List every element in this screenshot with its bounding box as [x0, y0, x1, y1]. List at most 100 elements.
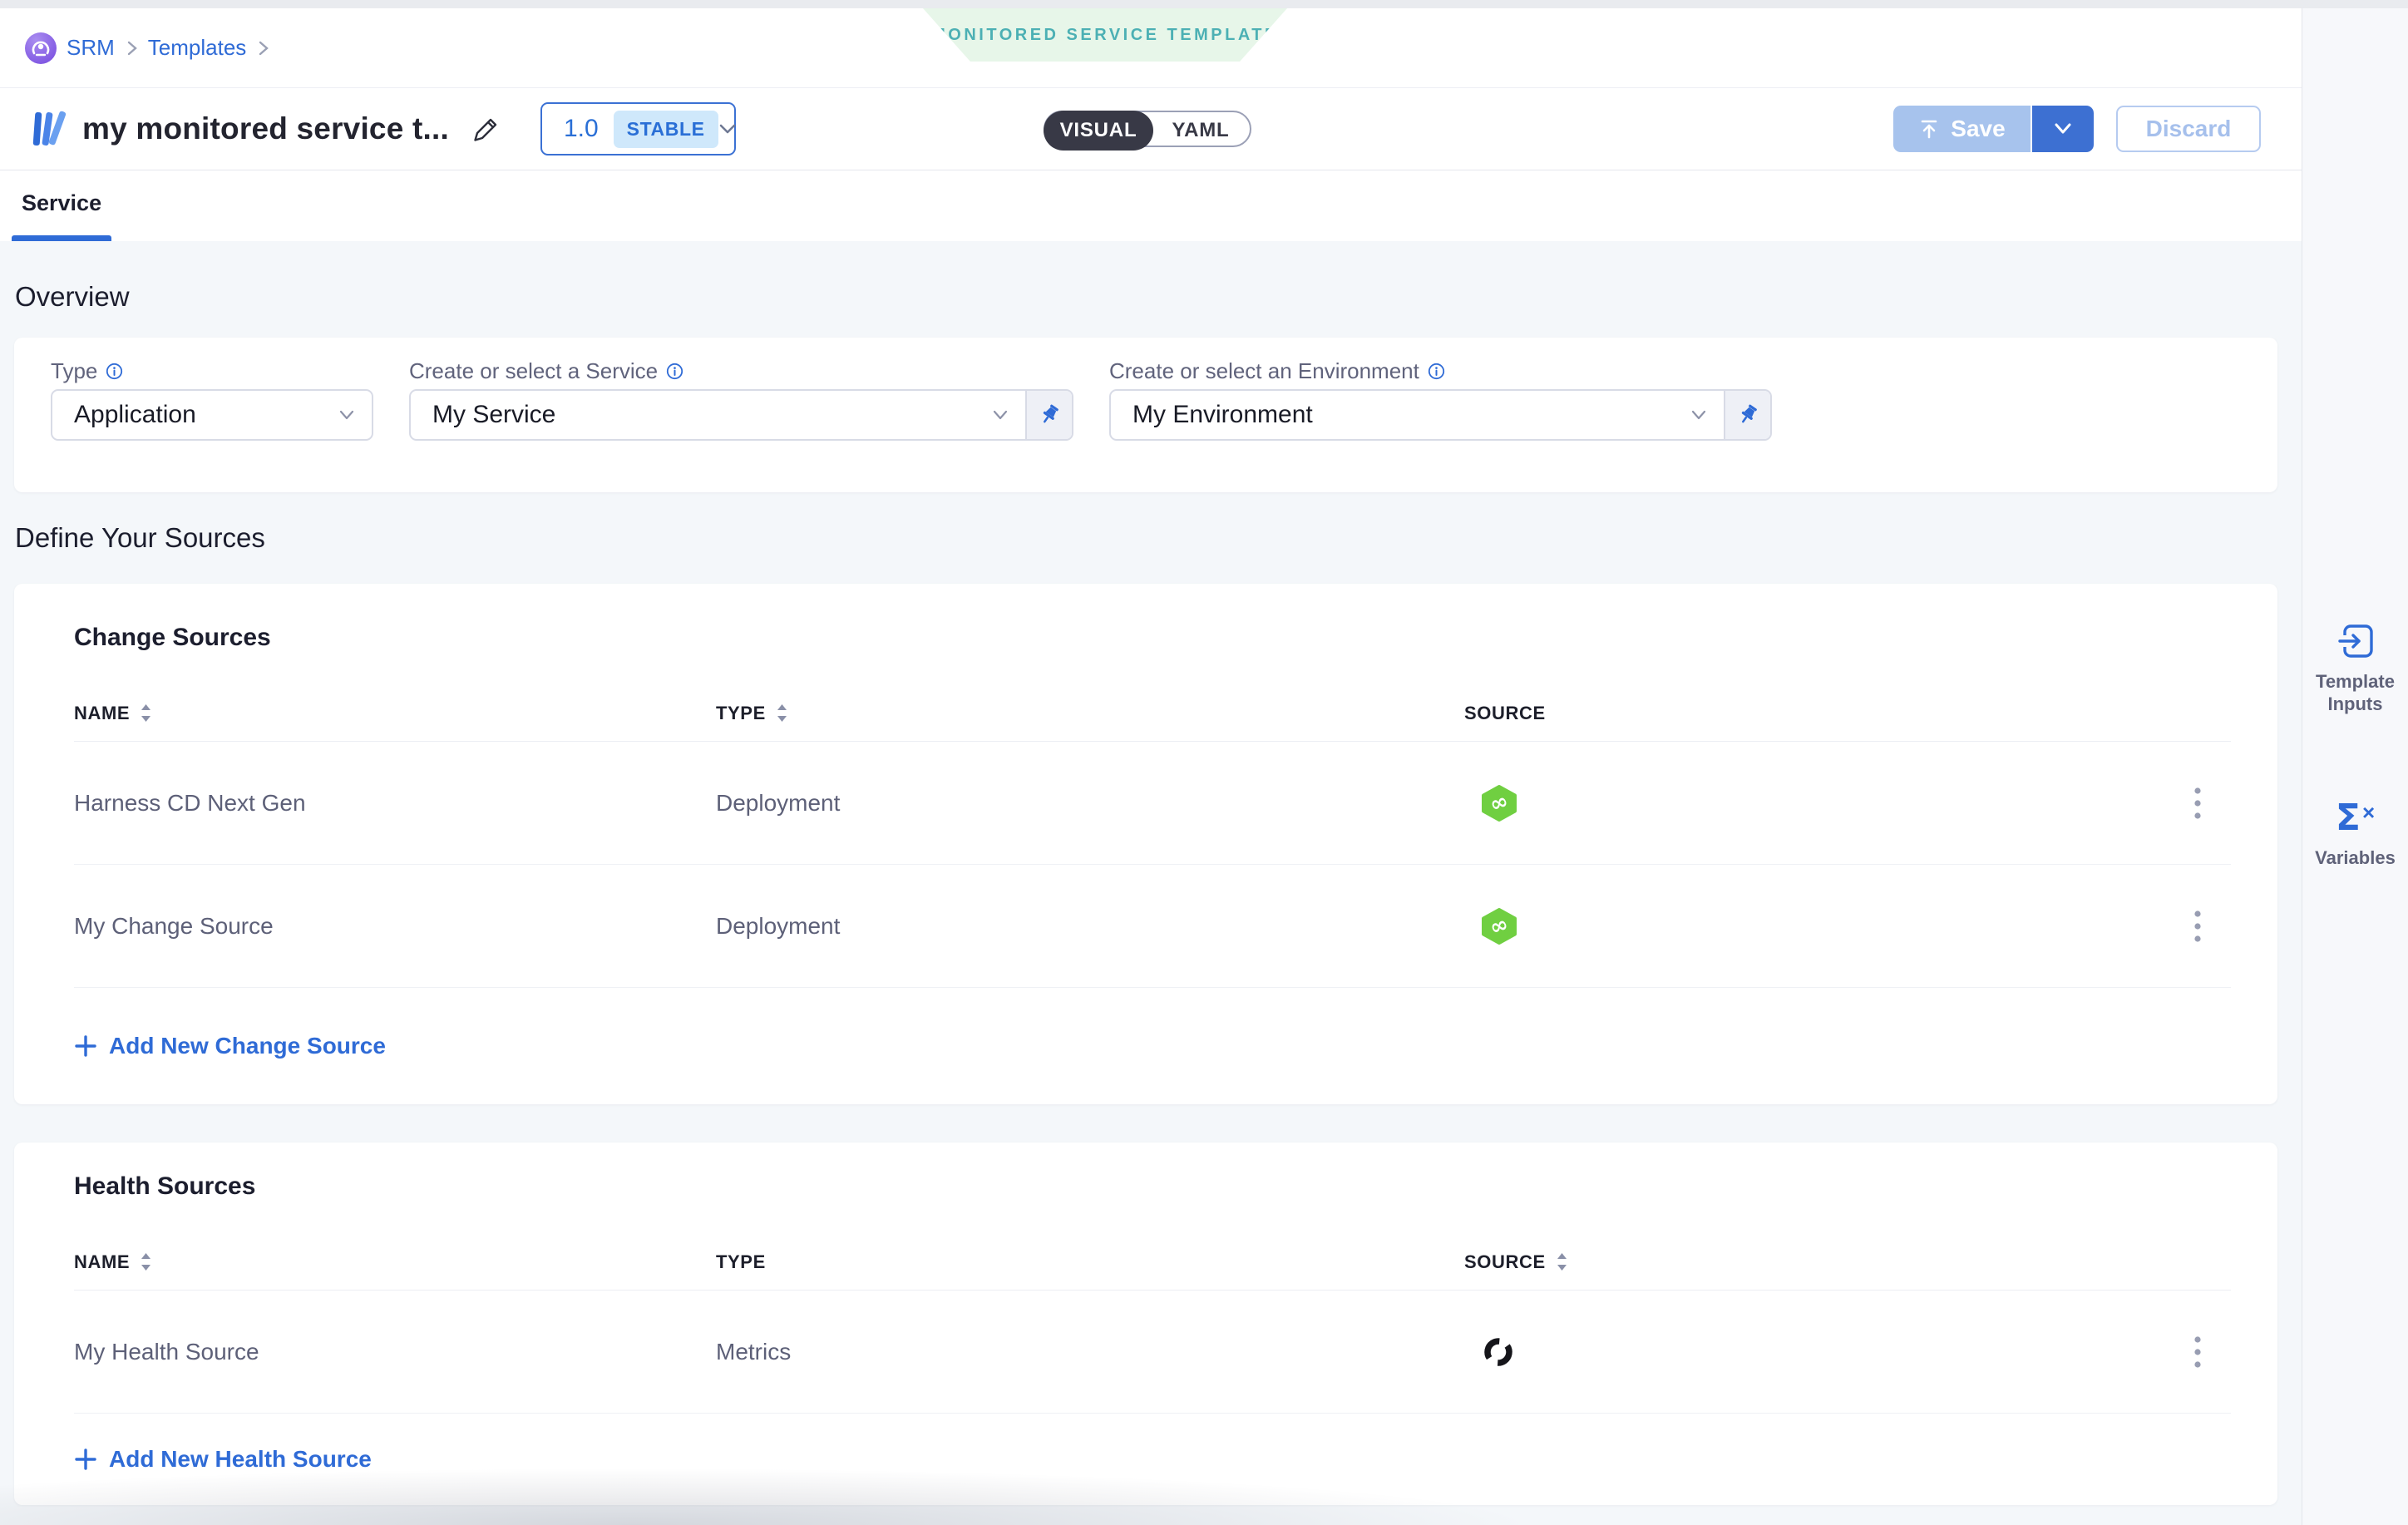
health-source-type: Metrics: [716, 1339, 1464, 1365]
type-label-row: Type: [51, 353, 373, 389]
column-header-type[interactable]: TYPE: [716, 1251, 1464, 1273]
right-panel: Template Inputs Σ × Variables: [2302, 8, 2408, 1525]
health-sources-card: Health Sources NAME TYPE SOURCE My Healt…: [14, 1143, 2277, 1505]
column-header-source[interactable]: SOURCE: [1464, 703, 2164, 724]
visual-yaml-toggle[interactable]: VISUAL YAML: [1044, 111, 1251, 147]
page-content: Overview Type Application: [0, 241, 2302, 1525]
service-label: Create or select a Service: [409, 358, 658, 384]
change-sources-heading: Change Sources: [74, 624, 2231, 652]
add-new-change-source-button[interactable]: Add New Change Source: [74, 1033, 386, 1059]
type-header-label: TYPE: [716, 703, 766, 724]
version-number: 1.0: [564, 115, 599, 143]
sort-icon[interactable]: [1556, 1252, 1568, 1271]
column-header-type[interactable]: TYPE: [716, 703, 1464, 724]
row-menu-kebab-icon[interactable]: [2187, 903, 2208, 950]
source-cell: ∞: [1464, 785, 2164, 822]
appdynamics-icon: [1481, 1335, 1516, 1370]
field-service: Create or select a Service My Service: [409, 353, 1073, 441]
chevron-down-icon: [338, 409, 355, 421]
column-header-source[interactable]: SOURCE: [1464, 1251, 2164, 1273]
chevron-down-icon: [718, 122, 737, 136]
sort-icon[interactable]: [776, 703, 788, 723]
source-header-label: SOURCE: [1464, 703, 1546, 724]
template-toolbar: my monitored service t... 1.0 STABLE VIS…: [0, 88, 2302, 170]
template-inputs-label: Template Inputs: [2312, 670, 2399, 715]
overview-card: Type Application Create or se: [14, 338, 2277, 492]
environment-select-value: My Environment: [1132, 401, 1690, 429]
table-row[interactable]: My Change Source Deployment ∞: [74, 865, 2231, 988]
srm-module-icon[interactable]: [25, 32, 57, 64]
save-options-caret[interactable]: [2031, 106, 2094, 152]
discard-button[interactable]: Discard: [2116, 106, 2261, 152]
pin-service-button[interactable]: [1025, 391, 1072, 439]
pin-environment-button[interactable]: [1724, 391, 1770, 439]
toggle-visual[interactable]: VISUAL: [1044, 111, 1153, 151]
table-row[interactable]: Harness CD Next Gen Deployment ∞: [74, 742, 2231, 865]
info-icon[interactable]: [666, 363, 683, 380]
name-header-label: NAME: [74, 1251, 130, 1273]
template-inputs-icon: [2336, 622, 2376, 660]
column-header-name[interactable]: NAME: [74, 1251, 716, 1273]
type-select-value: Application: [74, 401, 338, 429]
type-label: Type: [51, 358, 97, 384]
service-select-value: My Service: [432, 401, 992, 429]
add-new-health-source-button[interactable]: Add New Health Source: [74, 1446, 372, 1473]
version-selector[interactable]: 1.0 STABLE: [540, 102, 736, 155]
row-menu-kebab-icon[interactable]: [2187, 780, 2208, 827]
badge-label: MONITORED SERVICE TEMPLATE: [931, 26, 1279, 45]
service-select-main[interactable]: My Service: [411, 391, 1025, 439]
info-icon[interactable]: [1428, 363, 1445, 380]
save-label: Save: [1951, 116, 2005, 142]
service-label-row: Create or select a Service: [409, 353, 1073, 389]
health-source-name: My Health Source: [74, 1339, 716, 1365]
save-button[interactable]: Save: [1893, 106, 2031, 152]
service-select[interactable]: My Service: [409, 389, 1073, 441]
sort-icon[interactable]: [140, 1252, 152, 1271]
change-source-name: My Change Source: [74, 913, 716, 940]
viewport-top-strip: [0, 0, 2408, 8]
row-menu-kebab-icon[interactable]: [2187, 1329, 2208, 1375]
page-title: my monitored service t...: [82, 111, 449, 146]
edit-title-pencil-icon[interactable]: [471, 113, 502, 145]
template-inputs-button[interactable]: Template Inputs: [2312, 622, 2399, 715]
type-select[interactable]: Application: [51, 389, 373, 441]
name-header-label: NAME: [74, 703, 130, 724]
environment-select[interactable]: My Environment: [1109, 389, 1772, 441]
source-header-label: SOURCE: [1464, 1251, 1546, 1273]
change-source-type: Deployment: [716, 913, 1464, 940]
add-health-source-row: Add New Health Source: [74, 1414, 2231, 1505]
sigma-x-icon: Σ ×: [2336, 798, 2375, 837]
source-cell: ∞: [1464, 908, 2164, 945]
add-change-source-label: Add New Change Source: [109, 1033, 386, 1059]
variables-button[interactable]: Σ × Variables: [2312, 798, 2399, 869]
sort-icon[interactable]: [140, 703, 152, 723]
change-sources-card: Change Sources NAME TYPE SOURCE Harness …: [14, 584, 2277, 1104]
environment-label-row: Create or select an Environment: [1109, 353, 1772, 389]
breadcrumb-link-srm[interactable]: SRM: [67, 35, 115, 61]
tabs-bar: Service: [0, 170, 2302, 241]
type-header-label: TYPE: [716, 1251, 766, 1273]
chevron-down-icon: [992, 409, 1009, 421]
add-change-source-row: Add New Change Source: [74, 988, 2231, 1104]
save-split-button[interactable]: Save: [1893, 106, 2094, 152]
breadcrumb-link-templates[interactable]: Templates: [148, 35, 247, 61]
harness-cd-icon: ∞: [1481, 908, 1517, 945]
chevron-down-icon: [1690, 409, 1707, 421]
change-source-type: Deployment: [716, 790, 1464, 817]
table-row[interactable]: My Health Source Metrics: [74, 1291, 2231, 1414]
tab-service[interactable]: Service: [12, 170, 111, 241]
type-select-main[interactable]: Application: [52, 391, 372, 439]
toggle-yaml[interactable]: YAML: [1152, 112, 1250, 149]
health-sources-heading: Health Sources: [74, 1172, 2231, 1201]
tab-service-label: Service: [22, 190, 101, 221]
variables-label: Variables: [2312, 846, 2399, 869]
environment-label: Create or select an Environment: [1109, 358, 1419, 384]
change-source-name: Harness CD Next Gen: [74, 790, 716, 817]
health-sources-header-row: NAME TYPE SOURCE: [74, 1234, 2231, 1291]
monitored-service-template-badge: MONITORED SERVICE TEMPLATE: [923, 8, 1287, 62]
overview-heading: Overview: [15, 241, 2302, 313]
environment-select-main[interactable]: My Environment: [1111, 391, 1724, 439]
version-status-badge: STABLE: [614, 111, 718, 148]
info-icon[interactable]: [106, 363, 123, 380]
column-header-name[interactable]: NAME: [74, 703, 716, 724]
